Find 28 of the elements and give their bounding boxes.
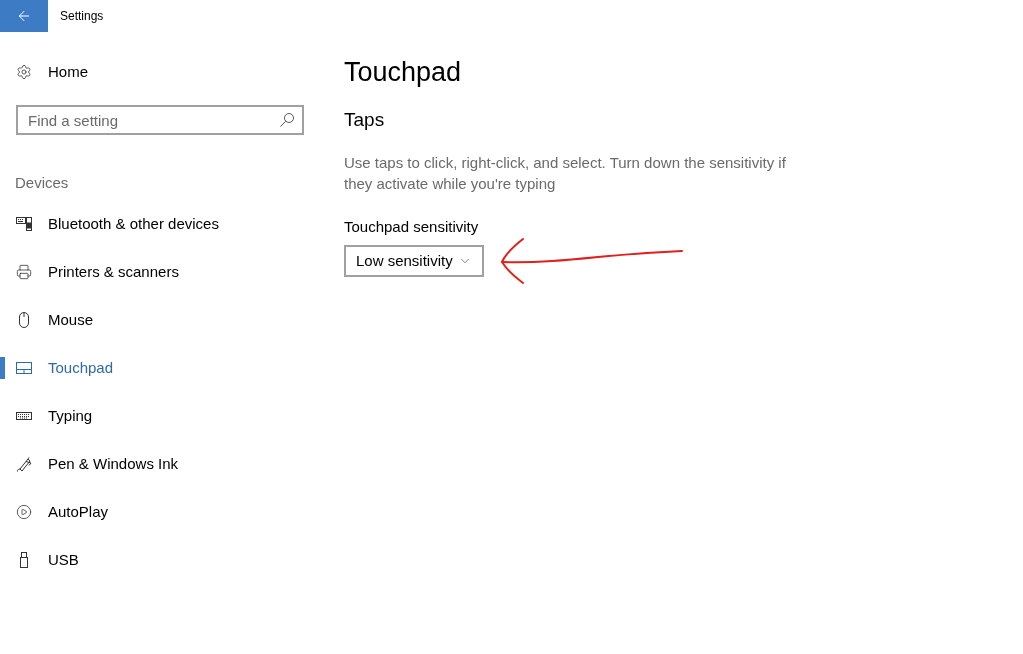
section-heading: Devices [15, 173, 70, 193]
setting-label: Touchpad sensitivity [344, 217, 480, 237]
back-button[interactable] [0, 0, 48, 32]
nav-item[interactable]: Pen & Windows Ink [0, 440, 320, 488]
pen-icon [16, 456, 32, 472]
search-field[interactable]: Find a setting [16, 105, 304, 135]
section-title: Taps [344, 108, 386, 132]
settings-icon [16, 64, 32, 80]
search-icon [280, 113, 294, 127]
nav-item[interactable]: AutoPlay [0, 488, 320, 536]
mouse-icon [16, 312, 32, 328]
page-title: Touchpad [344, 56, 463, 89]
home-link[interactable]: Home [0, 60, 320, 84]
selection-indicator [0, 357, 5, 379]
nav-item[interactable]: Bluetooth & other devices [0, 200, 320, 248]
devices-icon [16, 216, 32, 232]
play-circle-icon [16, 504, 32, 520]
nav-item[interactable]: Printers & scanners [0, 248, 320, 296]
sensitivity-dropdown[interactable]: Low sensitivity [344, 245, 484, 277]
nav-item[interactable]: Touchpad [0, 344, 320, 392]
nav-item[interactable]: Typing [0, 392, 320, 440]
description-text: Use taps to click, right-click, and select. Turn down the sensitivity if they activate while you're typing [344, 153, 787, 194]
touchpad-icon [16, 360, 32, 376]
printer-icon [16, 264, 32, 280]
nav-item[interactable]: USB [0, 536, 320, 584]
nav-item[interactable]: Mouse [0, 296, 320, 344]
back-arrow-icon [16, 8, 32, 24]
window-title: Settings [60, 8, 104, 24]
